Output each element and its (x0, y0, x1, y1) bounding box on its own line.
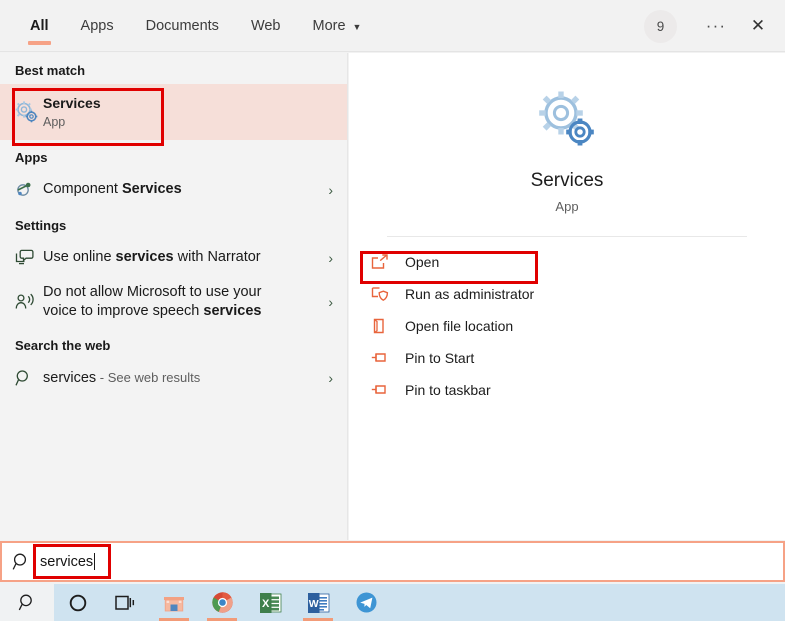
result-item-web-search[interactable]: services - See web results › (0, 359, 347, 396)
taskbar-search-button[interactable] (0, 584, 54, 621)
tab-web-label: Web (251, 18, 281, 34)
search-icon (15, 369, 43, 387)
action-open-label: Open (405, 254, 439, 270)
search-input[interactable]: services (40, 554, 93, 570)
close-button[interactable]: ✕ (737, 7, 779, 45)
search-window: All Apps Documents Web More ▼ 9 ··· ✕ (0, 0, 785, 621)
more-options-button[interactable]: ··· (695, 7, 737, 45)
search-filter-tabbar: All Apps Documents Web More ▼ 9 ··· ✕ (0, 0, 785, 52)
group-heading-settings: Settings (0, 208, 347, 239)
folder-icon (371, 318, 405, 334)
svg-text:W: W (308, 598, 318, 610)
result-item-narrator-online-services[interactable]: Use online services with Narrator › (0, 239, 347, 276)
pin-icon (371, 382, 405, 398)
tab-all-label: All (30, 18, 49, 34)
search-icon (2, 552, 40, 571)
result-item-speech-services[interactable]: Do not allow Microsoft to use yourvoice … (0, 276, 347, 328)
result-item-subtitle: App (43, 114, 333, 131)
taskbar-item-cortana[interactable] (54, 584, 102, 621)
result-item-text: Use online services with Narrator (43, 248, 320, 267)
tab-all[interactable]: All (14, 0, 65, 52)
result-item-title: Do not allow Microsoft to use yourvoice … (43, 283, 320, 321)
results-pane: Best match (0, 53, 348, 540)
result-item-title: Component Services (43, 180, 320, 199)
chevron-right-icon[interactable]: › (328, 294, 333, 310)
result-item-text: services - See web results (43, 368, 320, 388)
result-item-services[interactable]: Services App (0, 84, 347, 140)
tab-apps-label: Apps (81, 18, 114, 34)
svg-text:X: X (262, 598, 270, 610)
search-box[interactable]: services (0, 541, 785, 582)
action-open[interactable]: Open (349, 246, 785, 278)
tab-documents-label: Documents (146, 18, 219, 34)
taskbar-item-telegram[interactable] (342, 584, 390, 621)
search-input-wrap[interactable]: services (40, 543, 95, 580)
open-icon (371, 254, 405, 270)
action-pin-to-start-label: Pin to Start (405, 350, 474, 366)
web-query-text: services (43, 370, 96, 386)
header-actions: 9 ··· ✕ (644, 0, 785, 52)
microsoft-store-icon (162, 592, 186, 614)
chevron-right-icon[interactable]: › (328, 182, 333, 198)
excel-icon: X (259, 592, 282, 614)
action-open-file-location-label: Open file location (405, 318, 513, 334)
result-item-text: Component Services (43, 180, 320, 199)
telegram-icon (355, 591, 378, 614)
taskbar-item-task-view[interactable] (102, 584, 150, 621)
result-title-plain: Component (43, 181, 122, 197)
taskbar-item-microsoft-store[interactable] (150, 584, 198, 621)
tab-more[interactable]: More ▼ (297, 0, 378, 52)
action-pin-to-taskbar-label: Pin to taskbar (405, 382, 491, 398)
group-heading-apps: Apps (0, 140, 347, 171)
action-pin-to-taskbar[interactable]: Pin to taskbar (349, 374, 785, 406)
avatar[interactable]: 9 (644, 10, 677, 43)
tab-list: All Apps Documents Web More ▼ (0, 0, 377, 52)
gears-icon (536, 91, 598, 147)
app-actions-list: Open Run as administrator (349, 237, 785, 406)
action-pin-to-start[interactable]: Pin to Start (349, 342, 785, 374)
preview-app-name: Services (349, 169, 785, 193)
result-item-component-services[interactable]: Component Services › (0, 171, 347, 208)
result-item-text: Services App (43, 94, 333, 131)
preview-hero: Services App (349, 53, 785, 214)
gears-icon (15, 101, 43, 123)
chevron-down-icon: ▼ (353, 22, 362, 32)
action-open-file-location[interactable]: Open file location (349, 310, 785, 342)
chrome-icon (211, 591, 234, 614)
group-heading-best-match: Best match (0, 53, 347, 84)
action-run-as-administrator[interactable]: Run as administrator (349, 278, 785, 310)
tab-more-label: More (313, 18, 346, 34)
action-run-as-administrator-label: Run as administrator (405, 286, 534, 302)
task-view-icon (115, 594, 137, 612)
pin-icon (371, 350, 405, 366)
chevron-right-icon[interactable]: › (328, 370, 333, 386)
web-query-suffix: - See web results (96, 370, 200, 385)
tab-web[interactable]: Web (235, 0, 297, 52)
taskbar: X W (0, 584, 785, 621)
result-item-title: Services (43, 94, 333, 113)
taskbar-item-google-chrome[interactable] (198, 584, 246, 621)
chevron-right-icon[interactable]: › (328, 250, 333, 266)
narrator-icon (15, 249, 43, 267)
search-icon (18, 593, 37, 612)
tab-documents[interactable]: Documents (130, 0, 235, 52)
shield-icon (371, 286, 405, 302)
result-item-title: Use online services with Narrator (43, 248, 320, 267)
group-heading-search-the-web: Search the web (0, 328, 347, 359)
taskbar-item-microsoft-excel[interactable]: X (246, 584, 294, 621)
taskbar-item-microsoft-word[interactable]: W (294, 584, 342, 621)
tab-active-underline (28, 41, 51, 45)
result-item-title: services - See web results (43, 368, 320, 388)
result-item-text: Do not allow Microsoft to use yourvoice … (43, 283, 320, 321)
cortana-icon (68, 593, 88, 613)
app-preview-pane: Services App Open (349, 53, 785, 540)
tab-apps[interactable]: Apps (65, 0, 130, 52)
word-icon: W (307, 592, 330, 614)
text-caret (94, 553, 95, 570)
component-services-icon (15, 181, 43, 199)
result-title-match: Services (122, 181, 182, 197)
preview-app-kind: App (349, 199, 785, 214)
speech-icon (15, 292, 43, 312)
